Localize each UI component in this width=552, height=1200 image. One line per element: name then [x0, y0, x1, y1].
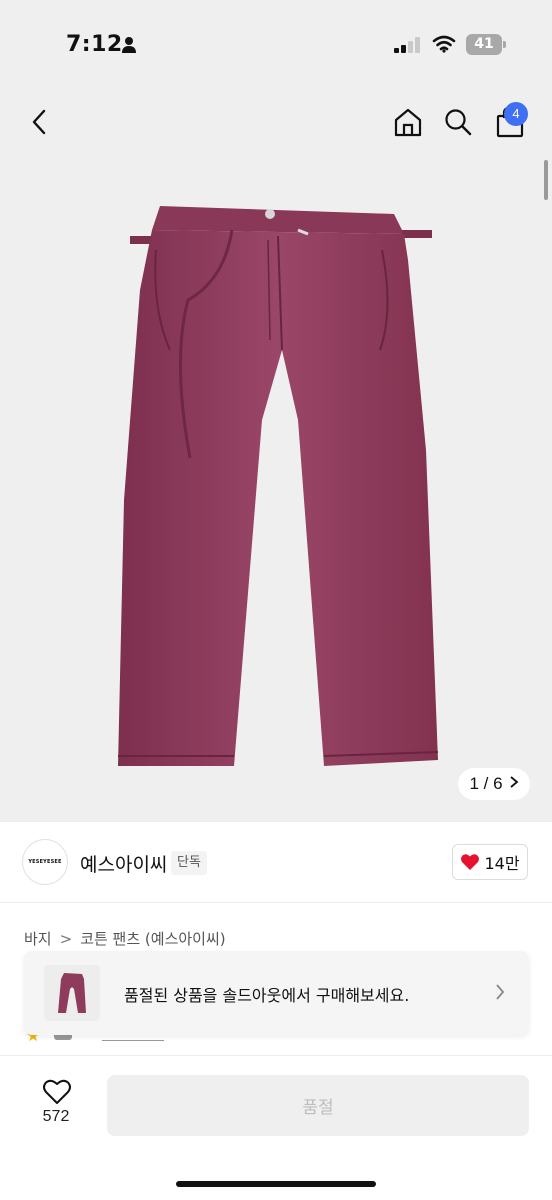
- breadcrumb-item-subcategory[interactable]: 코튼 팬츠 (예스아이씨): [80, 928, 225, 949]
- section-divider: [0, 902, 552, 903]
- home-icon: [394, 108, 422, 137]
- image-pager[interactable]: 1 / 6: [458, 768, 530, 800]
- back-button[interactable]: [22, 104, 58, 140]
- battery-tip: [503, 41, 506, 48]
- brand-logo-text: YESEYESEE: [28, 859, 62, 865]
- product-photo: [118, 206, 439, 766]
- chevron-right-icon: [496, 984, 505, 1000]
- scroll-indicator: [544, 160, 548, 200]
- brand-row[interactable]: YESEYESEE 예스아이씨 단독 14만: [0, 822, 552, 902]
- person-icon: [122, 37, 136, 53]
- wishlist-count: 572: [42, 1108, 70, 1125]
- brand-like-button[interactable]: 14만: [452, 844, 528, 880]
- banner-text: 품절된 상품을 솔드아웃에서 구매해보세요.: [124, 986, 410, 1005]
- breadcrumb-separator: >: [59, 929, 73, 948]
- heart-outline-icon: [43, 1079, 71, 1104]
- heart-filled-icon: [461, 854, 480, 870]
- cart-count-badge: 4: [504, 102, 528, 126]
- brand-like-count: 14만: [484, 854, 520, 873]
- signal-icon: [394, 37, 420, 53]
- home-button[interactable]: [390, 104, 426, 140]
- brand-name[interactable]: 예스아이씨: [80, 850, 167, 877]
- breadcrumb: 바지 > 코튼 팬츠 (예스아이씨): [24, 928, 226, 949]
- search-icon: [445, 109, 472, 136]
- status-bar: 7:12 41: [0, 0, 552, 90]
- status-time: 7:12: [66, 32, 123, 57]
- wishlist-button[interactable]: [32, 1076, 80, 1136]
- breadcrumb-item-category[interactable]: 바지: [24, 928, 52, 949]
- soldout-market-banner[interactable]: 품절된 상품을 솔드아웃에서 구매해보세요.: [24, 951, 529, 1035]
- banner-thumbnail: [44, 965, 100, 1021]
- brand-logo[interactable]: YESEYESEE: [22, 839, 68, 885]
- soldout-button[interactable]: 품절: [107, 1075, 529, 1136]
- bottom-action-bar: 572 품절: [0, 1055, 552, 1200]
- wifi-icon: [432, 35, 456, 53]
- exclusive-badge: 단독: [171, 851, 207, 875]
- banner-product-image: [58, 973, 86, 1013]
- home-indicator: [176, 1181, 376, 1187]
- pager-label: 1 / 6: [469, 774, 503, 793]
- battery-level: 41: [474, 36, 494, 52]
- search-button[interactable]: [440, 104, 476, 140]
- back-icon: [32, 109, 46, 135]
- chevron-right-icon: [509, 775, 519, 793]
